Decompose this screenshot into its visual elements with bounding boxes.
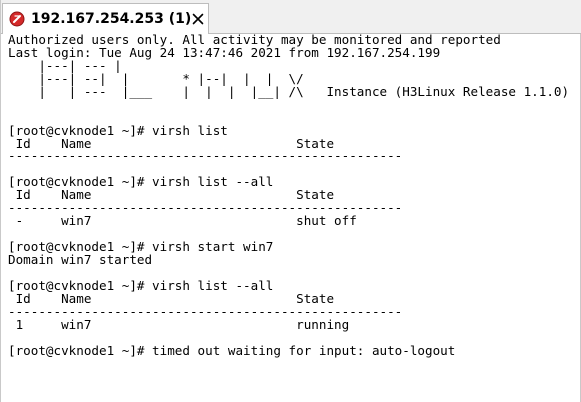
tab-bar: 192.167.254.253 (1) (1, 0, 581, 34)
terminal-line: [root@cvknode1 ~]# timed out waiting for… (8, 342, 456, 358)
session-tab[interactable]: 192.167.254.253 (1) (2, 3, 209, 34)
terminal-output[interactable]: Authorized users only. All activity may … (8, 34, 578, 400)
terminal-session-icon (9, 11, 25, 27)
terminal-line: Domain win7 started (8, 251, 153, 267)
terminal-window: 192.167.254.253 (1) Authorized users onl… (0, 0, 581, 402)
terminal-line: - win7 shut off (8, 213, 357, 229)
tab-title: 192.167.254.253 (1) (31, 11, 192, 27)
terminal-line: 1 win7 running (8, 316, 350, 332)
terminal-line: ----------------------------------------… (8, 148, 403, 164)
terminal-line: | | --- |___ | | | |__| /\ Instance (H3L… (8, 83, 570, 99)
close-icon[interactable] (191, 12, 205, 26)
